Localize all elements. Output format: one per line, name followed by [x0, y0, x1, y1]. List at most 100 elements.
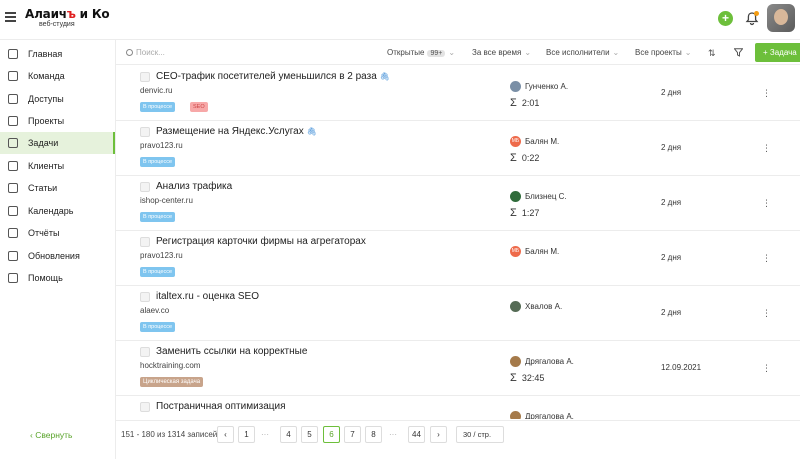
- chevron-down-icon: ⌄: [612, 48, 620, 57]
- more-options-icon[interactable]: ⋮: [762, 363, 771, 374]
- pagination-ellipsis[interactable]: ···: [389, 430, 397, 439]
- task-checkbox[interactable]: [140, 402, 150, 412]
- task-due: 12.09.2021: [661, 363, 702, 372]
- more-options-icon[interactable]: ⋮: [762, 308, 771, 319]
- pagination-ellipsis[interactable]: ···: [261, 430, 269, 439]
- records-summary: 151 - 180 из 1314 записей: [121, 430, 218, 439]
- task-project[interactable]: denvic.ru: [140, 86, 172, 95]
- task-checkbox[interactable]: [140, 127, 150, 137]
- table-row[interactable]: Заменить ссылки на корректные hocktrainin…: [116, 341, 800, 396]
- page-button[interactable]: 44: [408, 426, 425, 443]
- time-spent: Σ 1:27: [510, 207, 540, 219]
- assignee-filter[interactable]: Все исполнители ⌄: [546, 48, 619, 57]
- prev-page-button[interactable]: ‹: [217, 426, 234, 443]
- status-filter[interactable]: Открытые 99+ ⌄: [387, 48, 455, 57]
- filter-icon[interactable]: [733, 48, 744, 59]
- sidebar-item-access[interactable]: Доступы: [0, 88, 115, 110]
- plus-circle-icon[interactable]: +: [718, 11, 733, 26]
- task-tags: Циклическая задача: [140, 377, 204, 387]
- task-due: 2 дня: [661, 253, 682, 262]
- task-project[interactable]: pravo123.ru: [140, 251, 183, 260]
- task-assignee[interactable]: Гунченко А.: [510, 81, 568, 92]
- task-title[interactable]: СЕО-трафик посетителей уменьшился в 2 ра…: [156, 71, 390, 82]
- handshake-icon: [8, 161, 18, 171]
- task-assignee[interactable]: Дрягалова А.: [510, 356, 574, 367]
- page-button[interactable]: 5: [301, 426, 318, 443]
- add-task-button[interactable]: + Задача: [755, 43, 800, 62]
- bulb-icon: [8, 251, 18, 261]
- task-project[interactable]: pravo123.ru: [140, 141, 183, 150]
- next-page-button[interactable]: ›: [430, 426, 447, 443]
- more-options-icon[interactable]: ⋮: [762, 88, 771, 99]
- task-project[interactable]: alaev.co: [140, 306, 169, 315]
- table-row[interactable]: СЕО-трафик посетителей уменьшился в 2 ра…: [116, 66, 800, 121]
- sort-icon[interactable]: ⇅: [708, 48, 716, 59]
- task-assignee[interactable]: Близнец С.: [510, 191, 567, 202]
- time-spent: Σ 2:01: [510, 97, 540, 109]
- table-row[interactable]: Регистрация карточки фирмы на агрегатора…: [116, 231, 800, 286]
- task-assignee[interactable]: МБ Балян М.: [510, 246, 559, 257]
- task-title[interactable]: Размещение на Яндекс.Услугах 🖇: [156, 126, 317, 137]
- menu-icon[interactable]: [5, 12, 16, 22]
- task-title[interactable]: Заменить ссылки на корректные: [156, 346, 307, 357]
- sidebar-item-calendar[interactable]: Календарь: [0, 200, 115, 222]
- sidebar-item-help[interactable]: Помощь: [0, 267, 115, 289]
- project-filter[interactable]: Все проекты ⌄: [635, 48, 691, 57]
- table-row[interactable]: Размещение на Яндекс.Услугах 🖇 pravo123.ru…: [116, 121, 800, 176]
- task-checkbox[interactable]: [140, 182, 150, 192]
- sidebar-item-tasks[interactable]: Задачи: [0, 132, 115, 154]
- sidebar-item-clients[interactable]: Клиенты: [0, 155, 115, 177]
- per-page-select[interactable]: 30 / стр.: [456, 426, 504, 443]
- task-checkbox[interactable]: [140, 347, 150, 357]
- search-input[interactable]: Поиск...: [126, 48, 165, 57]
- task-title[interactable]: Регистрация карточки фирмы на агрегатора…: [156, 236, 366, 247]
- page-button[interactable]: 4: [280, 426, 297, 443]
- chevron-down-icon: ⌄: [684, 48, 692, 57]
- sidebar-item-reports[interactable]: Отчёты: [0, 222, 115, 244]
- task-checkbox[interactable]: [140, 72, 150, 82]
- task-project[interactable]: hocktraining.com: [140, 361, 200, 370]
- status-badge: В процессе: [140, 212, 175, 222]
- more-options-icon[interactable]: ⋮: [762, 198, 771, 209]
- status-badge: В процессе: [140, 102, 175, 112]
- table-row[interactable]: Анализ трафика ishop-center.ru В процессе Б…: [116, 176, 800, 231]
- sidebar-item-projects[interactable]: Проекты: [0, 110, 115, 132]
- folder-icon: [8, 116, 18, 126]
- task-list: СЕО-трафик посетителей уменьшился в 2 ра…: [116, 66, 800, 419]
- table-row[interactable]: Постраничная оптимизация Дрягалова А. ⋮: [116, 396, 800, 419]
- task-checkbox[interactable]: [140, 292, 150, 302]
- period-filter[interactable]: За все время ⌄: [472, 48, 531, 57]
- sidebar-item-articles[interactable]: Статьи: [0, 177, 115, 199]
- task-assignee[interactable]: МБ Балян М.: [510, 136, 559, 147]
- status-badge: SEO: [190, 102, 208, 112]
- task-title[interactable]: italtex.ru - оценка SEO: [156, 291, 259, 302]
- more-options-icon[interactable]: ⋮: [762, 253, 771, 264]
- more-options-icon[interactable]: ⋮: [762, 143, 771, 154]
- avatar: [510, 301, 521, 312]
- task-title[interactable]: Анализ трафика: [156, 181, 232, 192]
- sidebar-item-updates[interactable]: Обновления: [0, 245, 115, 267]
- task-title[interactable]: Постраничная оптимизация: [156, 401, 286, 412]
- logo[interactable]: Алаичъ и Ко веб-студия: [25, 8, 110, 28]
- more-options-icon[interactable]: ⋮: [762, 418, 771, 419]
- task-assignee[interactable]: Дрягалова А.: [510, 411, 574, 419]
- time-spent: Σ 32:45: [510, 372, 545, 384]
- page-button-current[interactable]: 6: [323, 426, 340, 443]
- sidebar-item-home[interactable]: Главная: [0, 43, 115, 65]
- page-button[interactable]: 1: [238, 426, 255, 443]
- task-tags: В процессе: [140, 267, 175, 277]
- task-project[interactable]: ishop-center.ru: [140, 196, 193, 205]
- task-assignee[interactable]: Хвалов А.: [510, 301, 562, 312]
- top-bar: Алаичъ и Ко веб-студия +: [0, 0, 800, 40]
- table-row[interactable]: italtex.ru - оценка SEO alaev.co В процесс…: [116, 286, 800, 341]
- page-button[interactable]: 8: [365, 426, 382, 443]
- tasks-icon: [8, 138, 18, 148]
- avatar: [510, 356, 521, 367]
- bell-icon[interactable]: [745, 11, 759, 26]
- task-checkbox[interactable]: [140, 237, 150, 247]
- sidebar-item-team[interactable]: Команда: [0, 65, 115, 87]
- user-avatar[interactable]: [767, 4, 795, 32]
- collapse-sidebar-button[interactable]: ‹ Свернуть: [30, 430, 72, 440]
- page-button[interactable]: 7: [344, 426, 361, 443]
- avatar: [510, 191, 521, 202]
